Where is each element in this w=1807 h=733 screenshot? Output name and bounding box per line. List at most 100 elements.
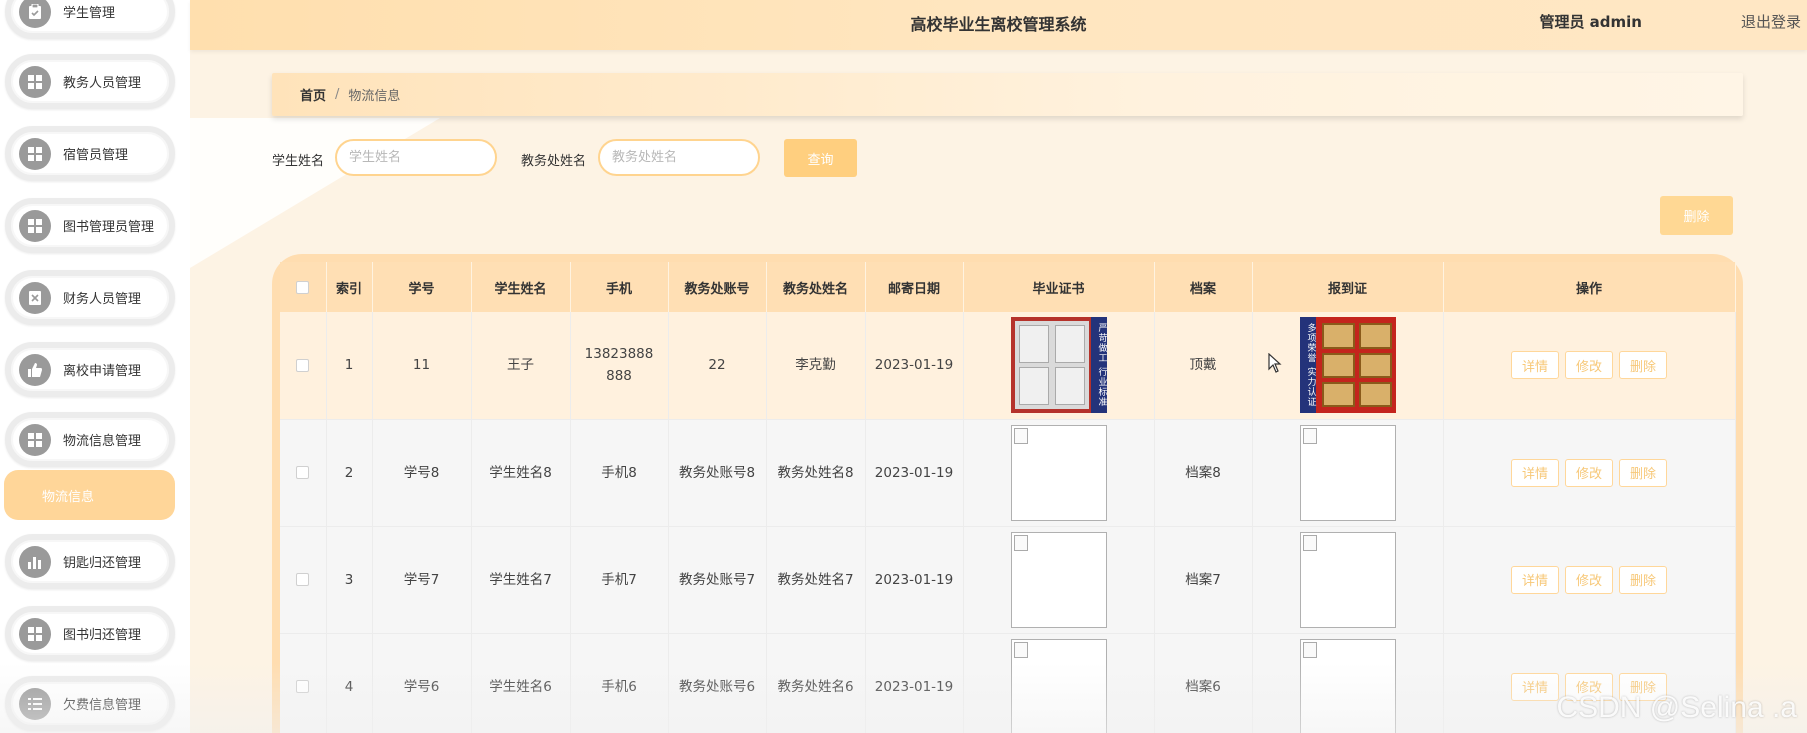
cell-archive: 档案6 bbox=[1154, 633, 1253, 733]
cell-actions: 详情 修改 删除 bbox=[1443, 419, 1736, 527]
column-header: 教务处姓名 bbox=[766, 262, 866, 312]
detail-button[interactable]: 详情 bbox=[1511, 565, 1559, 594]
broken-image-icon[interactable] bbox=[1299, 531, 1396, 628]
cell-office-name: 教务处姓名7 bbox=[766, 526, 866, 634]
cell-office-name: 李克勤 bbox=[766, 312, 866, 420]
sidebar-item-finance-staff[interactable]: 财务人员管理 bbox=[5, 270, 175, 325]
cell-office-name: 教务处姓名8 bbox=[766, 419, 866, 527]
select-all-cell[interactable] bbox=[280, 262, 327, 312]
delete-button[interactable]: 删除 bbox=[1619, 351, 1667, 380]
current-user: 管理员 admin bbox=[1539, 13, 1642, 31]
report-card-image[interactable]: 多项荣誉 实力认证 bbox=[1299, 317, 1396, 414]
sidebar-item-key-return[interactable]: 钥匙归还管理 bbox=[5, 534, 175, 589]
broken-image-icon[interactable] bbox=[1010, 424, 1107, 521]
column-header: 学生姓名 bbox=[471, 262, 571, 312]
edit-button[interactable]: 修改 bbox=[1565, 458, 1613, 487]
sidebar-item-librarians[interactable]: 图书管理员管理 bbox=[5, 198, 175, 253]
sidebar-item-academic-staff[interactable]: 教务人员管理 bbox=[5, 54, 175, 109]
row-checkbox[interactable] bbox=[296, 358, 310, 372]
cell-diploma: 严苛做工 行业标准 bbox=[963, 312, 1155, 420]
row-checkbox[interactable] bbox=[296, 573, 310, 586]
cell-student-name: 王子 bbox=[471, 312, 571, 420]
cell-diploma bbox=[963, 526, 1155, 634]
cell-diploma bbox=[963, 419, 1155, 527]
delete-button[interactable]: 删除 bbox=[1619, 565, 1667, 594]
breadcrumb-separator: / bbox=[335, 87, 340, 102]
student-name-input[interactable] bbox=[335, 139, 497, 176]
cell-actions: 详情 修改 删除 bbox=[1443, 633, 1736, 733]
broken-image-icon[interactable] bbox=[1010, 531, 1107, 628]
cell-report-card bbox=[1252, 419, 1444, 527]
breadcrumb: 首页 / 物流信息 bbox=[272, 73, 1743, 116]
sidebar-item-logistics[interactable]: 物流信息管理 bbox=[5, 412, 175, 467]
detail-button[interactable]: 详情 bbox=[1511, 672, 1559, 701]
table-row: 3 学号7 学生姓名7 手机7 教务处账号7 教务处姓名7 2023-01-19… bbox=[280, 526, 1736, 634]
delete-button[interactable]: 删除 bbox=[1619, 458, 1667, 487]
cell-student-no: 学号7 bbox=[372, 526, 472, 634]
cell-index: 1 bbox=[326, 312, 373, 420]
logistics-table: 索引 学号 学生姓名 手机 教务处账号 教务处姓名 邮寄日期 毕业证书 档案 报… bbox=[280, 262, 1736, 733]
cell-archive: 档案7 bbox=[1154, 526, 1253, 634]
broken-image-icon[interactable] bbox=[1299, 638, 1396, 733]
cell-office-account: 教务处账号8 bbox=[668, 419, 767, 527]
column-header: 档案 bbox=[1154, 262, 1253, 312]
sidebar-item-label: 宿管员管理 bbox=[63, 148, 129, 163]
sidebar-item-students[interactable]: 学生管理 bbox=[5, 0, 175, 39]
edit-button[interactable]: 修改 bbox=[1565, 565, 1613, 594]
column-header: 教务处账号 bbox=[668, 262, 767, 312]
breadcrumb-home[interactable]: 首页 bbox=[300, 85, 326, 104]
sidebar-item-label: 离校申请管理 bbox=[63, 364, 142, 379]
office-name-input[interactable] bbox=[598, 139, 760, 176]
sidebar-item-book-return[interactable]: 图书归还管理 bbox=[5, 606, 175, 661]
cell-office-account: 教务处账号6 bbox=[668, 633, 767, 733]
row-checkbox[interactable] bbox=[296, 466, 310, 479]
column-header: 索引 bbox=[326, 262, 373, 312]
diploma-image[interactable]: 严苛做工 行业标准 bbox=[1010, 317, 1107, 414]
cell-student-no: 学号8 bbox=[372, 419, 472, 527]
detail-button[interactable]: 详情 bbox=[1511, 458, 1559, 487]
edit-button[interactable]: 修改 bbox=[1565, 672, 1613, 701]
cell-archive: 档案8 bbox=[1154, 419, 1253, 527]
broken-image-icon[interactable] bbox=[1299, 424, 1396, 521]
clipboard-icon bbox=[19, 0, 51, 28]
sidebar-item-label: 学生管理 bbox=[63, 6, 116, 21]
cell-student-no: 11 bbox=[372, 312, 472, 420]
cell-index: 4 bbox=[326, 633, 373, 733]
sidebar-subitem-label: 物流信息 bbox=[42, 489, 95, 505]
sidebar-item-leave-applications[interactable]: 离校申请管理 bbox=[5, 342, 175, 397]
table-header-row: 索引 学号 学生姓名 手机 教务处账号 教务处姓名 邮寄日期 毕业证书 档案 报… bbox=[280, 262, 1736, 312]
sidebar-item-dorm-managers[interactable]: 宿管员管理 bbox=[5, 126, 175, 181]
broken-image-icon[interactable] bbox=[1010, 638, 1107, 733]
row-checkbox[interactable] bbox=[296, 680, 310, 693]
grid-icon bbox=[19, 617, 51, 650]
cell-report-card bbox=[1252, 526, 1444, 634]
sidebar: 学生管理 教务人员管理 宿管员管理 图书管理员管理 财务人员管理 离校申请管理 bbox=[0, 0, 190, 733]
column-header: 操作 bbox=[1443, 262, 1736, 312]
sidebar-item-label: 图书归还管理 bbox=[63, 628, 142, 643]
data-table-panel: 索引 学号 学生姓名 手机 教务处账号 教务处姓名 邮寄日期 毕业证书 档案 报… bbox=[272, 254, 1743, 733]
cell-index: 2 bbox=[326, 419, 373, 527]
cell-office-name: 教务处姓名6 bbox=[766, 633, 866, 733]
detail-button[interactable]: 详情 bbox=[1511, 351, 1559, 380]
sidebar-subitem-logistics-info[interactable]: 物流信息 bbox=[4, 470, 175, 520]
cell-actions: 详情 修改 删除 bbox=[1443, 312, 1736, 420]
cell-actions: 详情 修改 删除 bbox=[1443, 526, 1736, 634]
query-button[interactable]: 查询 bbox=[784, 139, 857, 177]
list-icon bbox=[19, 687, 51, 720]
batch-delete-button[interactable]: 删除 bbox=[1660, 196, 1733, 235]
cell-index: 3 bbox=[326, 526, 373, 634]
cell-phone: 手机8 bbox=[570, 419, 669, 527]
cell-student-name: 学生姓名8 bbox=[471, 419, 571, 527]
table-row: 2 学号8 学生姓名8 手机8 教务处账号8 教务处姓名8 2023-01-19… bbox=[280, 419, 1736, 527]
cell-phone: 13823888888 bbox=[570, 312, 669, 420]
top-header: 高校毕业生离校管理系统 管理员 admin 退出登录 bbox=[190, 0, 1807, 50]
cell-report-card bbox=[1252, 633, 1444, 733]
cell-mail-date: 2023-01-19 bbox=[865, 419, 964, 527]
logout-link[interactable]: 退出登录 bbox=[1741, 11, 1801, 32]
sidebar-item-label: 钥匙归还管理 bbox=[63, 556, 142, 571]
edit-button[interactable]: 修改 bbox=[1565, 351, 1613, 380]
column-header: 手机 bbox=[570, 262, 669, 312]
select-all-checkbox[interactable] bbox=[296, 280, 310, 294]
delete-button[interactable]: 删除 bbox=[1619, 672, 1667, 701]
sidebar-item-arrears[interactable]: 欠费信息管理 bbox=[5, 676, 175, 731]
